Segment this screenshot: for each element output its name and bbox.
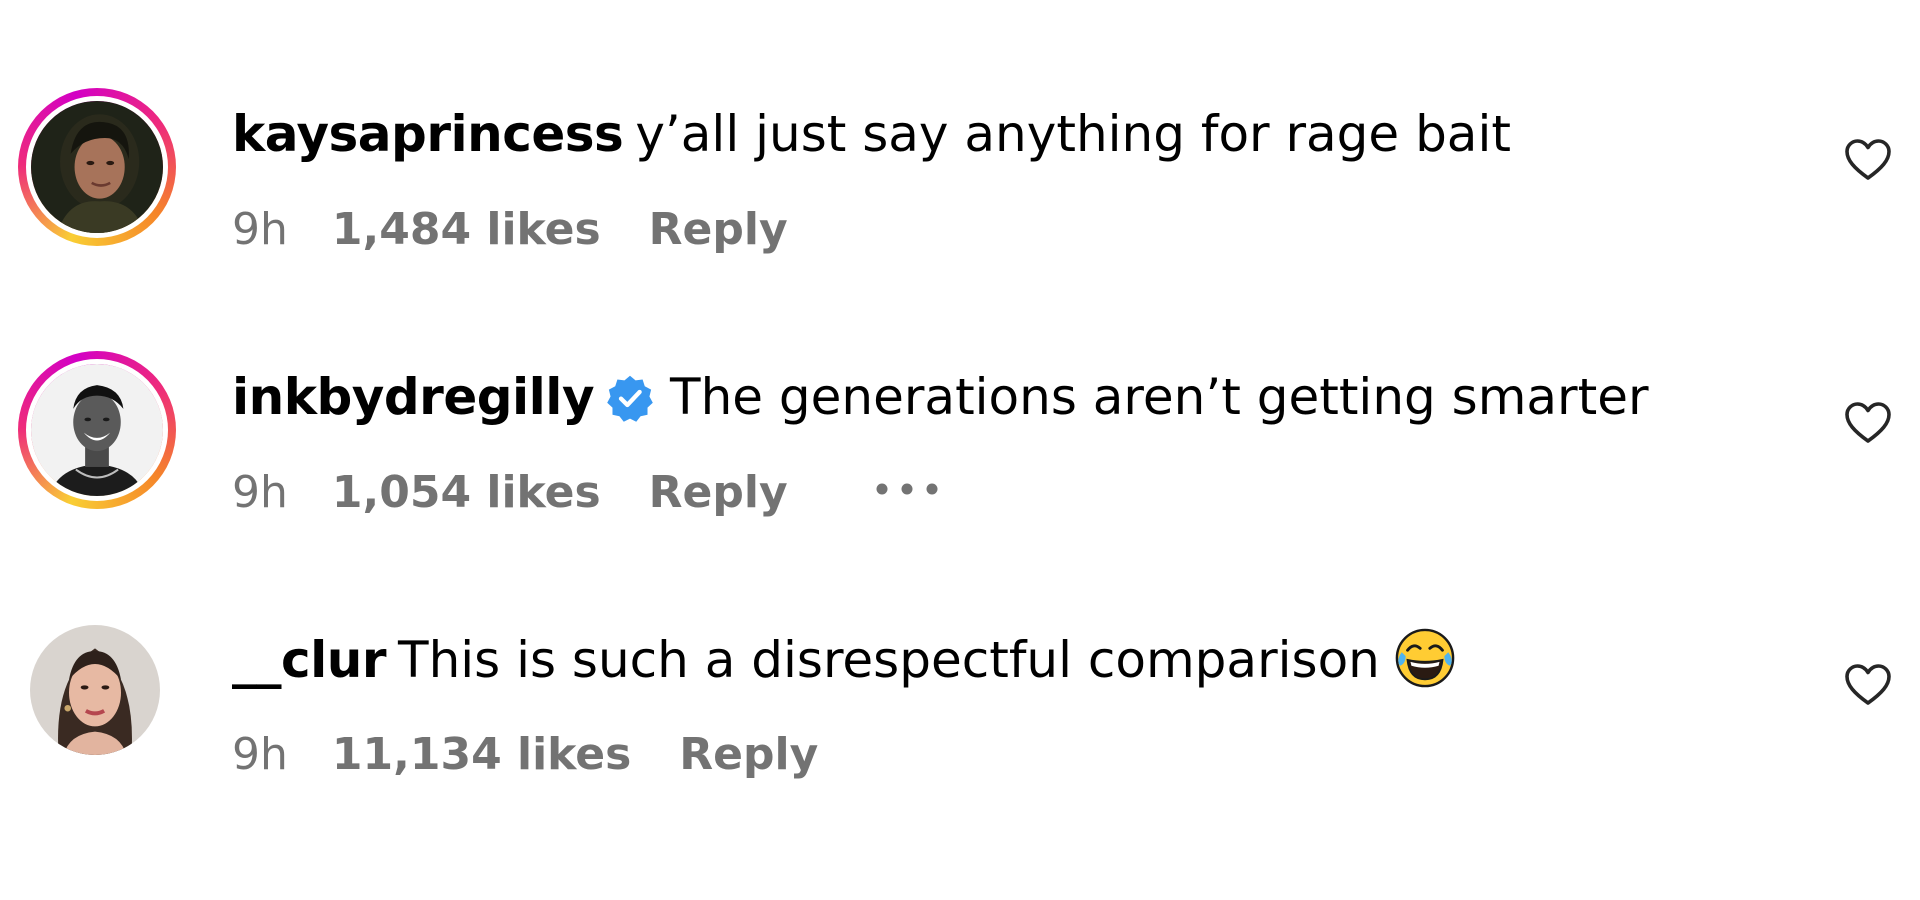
face-with-tears-of-joy-emoji	[1395, 628, 1455, 688]
comment-meta: 9h 11,134 likes Reply	[232, 727, 818, 783]
verified-badge-icon	[607, 375, 653, 422]
reply-button[interactable]: Reply	[649, 202, 788, 258]
comment-time: 9h	[232, 467, 288, 518]
comment-text: The generations aren’t getting smarter	[670, 368, 1649, 426]
comment-text: This is such a disrespectful comparison	[398, 631, 1380, 689]
comment-item: kaysaprincess y’all just say anything for…	[0, 80, 1920, 300]
comment-content: kaysaprincess y’all just say anything for…	[232, 102, 1511, 166]
more-options-icon[interactable]	[874, 479, 940, 499]
comment-meta: 9h 1,484 likes Reply	[232, 202, 788, 258]
comment-meta: 9h 1,054 likes Reply	[232, 465, 940, 521]
comment-likes[interactable]: 1,054 likes	[332, 465, 601, 521]
comment-item: inkbydregilly The generations aren’t get…	[0, 343, 1920, 563]
comment-likes[interactable]: 1,484 likes	[332, 202, 601, 258]
comment-text: y’all just say anything for rage bait	[635, 105, 1511, 163]
avatar-story-ring[interactable]	[18, 351, 176, 509]
comment-likes[interactable]: 11,134 likes	[332, 727, 631, 783]
avatar-image	[30, 625, 160, 755]
comment-item: __clur This is such a disrespectful compa…	[0, 605, 1920, 825]
comment-time: 9h	[232, 204, 288, 255]
reply-button[interactable]: Reply	[649, 465, 788, 521]
avatar[interactable]	[26, 359, 168, 501]
comment-username[interactable]: kaysaprincess	[232, 105, 624, 163]
avatar-image	[31, 101, 163, 233]
reply-button[interactable]: Reply	[679, 727, 818, 783]
avatar-image	[31, 364, 163, 496]
avatar[interactable]	[26, 96, 168, 238]
avatar[interactable]	[30, 625, 160, 755]
heart-outline-icon[interactable]	[1844, 663, 1892, 707]
avatar-story-ring[interactable]	[18, 88, 176, 246]
avatar-wrapper[interactable]	[30, 625, 160, 755]
comment-content: __clur This is such a disrespectful compa…	[232, 627, 1456, 692]
comment-username[interactable]: inkbydregilly	[232, 368, 595, 426]
heart-outline-icon[interactable]	[1844, 138, 1892, 182]
comment-username[interactable]: __clur	[232, 631, 387, 689]
comment-time: 9h	[232, 729, 288, 780]
comment-content: inkbydregilly The generations aren’t get…	[232, 365, 1649, 429]
heart-outline-icon[interactable]	[1844, 401, 1892, 445]
